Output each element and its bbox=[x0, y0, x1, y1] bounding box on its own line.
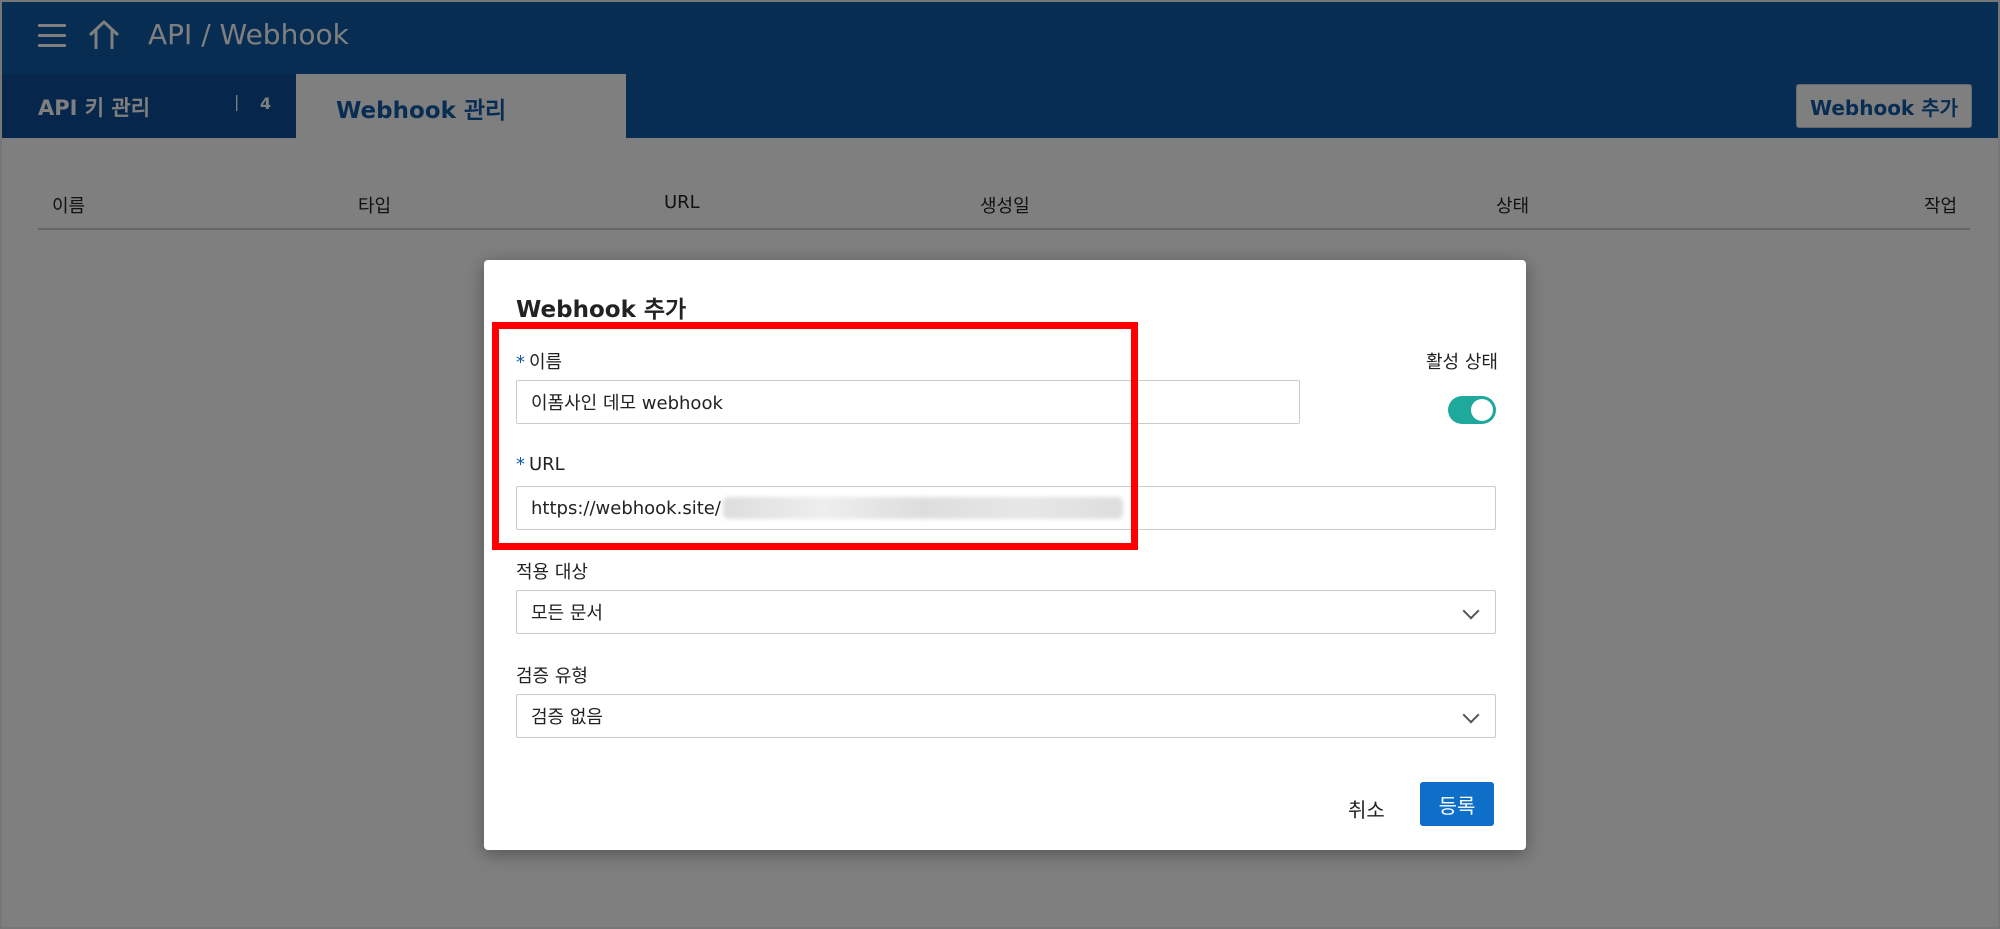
chevron-down-icon bbox=[1462, 602, 1480, 620]
target-select-value: 모든 문서 bbox=[531, 603, 603, 624]
verification-field-label: 검증 유형 bbox=[516, 666, 588, 687]
active-status-toggle[interactable] bbox=[1448, 396, 1496, 424]
cancel-button[interactable]: 취소 bbox=[1348, 794, 1385, 823]
submit-button[interactable]: 등록 bbox=[1420, 782, 1494, 826]
chevron-down-icon bbox=[1462, 706, 1480, 724]
app-window: API / Webhook API 키 관리 | 4 Webhook 관리 We… bbox=[0, 0, 2000, 929]
annotation-highlight-box bbox=[492, 322, 1138, 550]
verification-select[interactable]: 검증 없음 bbox=[516, 694, 1496, 738]
verification-select-value: 검증 없음 bbox=[531, 707, 603, 728]
toggle-knob bbox=[1471, 399, 1493, 421]
dialog-title: Webhook 추가 bbox=[516, 297, 687, 323]
target-field-label: 적용 대상 bbox=[516, 562, 588, 583]
active-status-label: 활성 상태 bbox=[1426, 352, 1498, 373]
target-select[interactable]: 모든 문서 bbox=[516, 590, 1496, 634]
